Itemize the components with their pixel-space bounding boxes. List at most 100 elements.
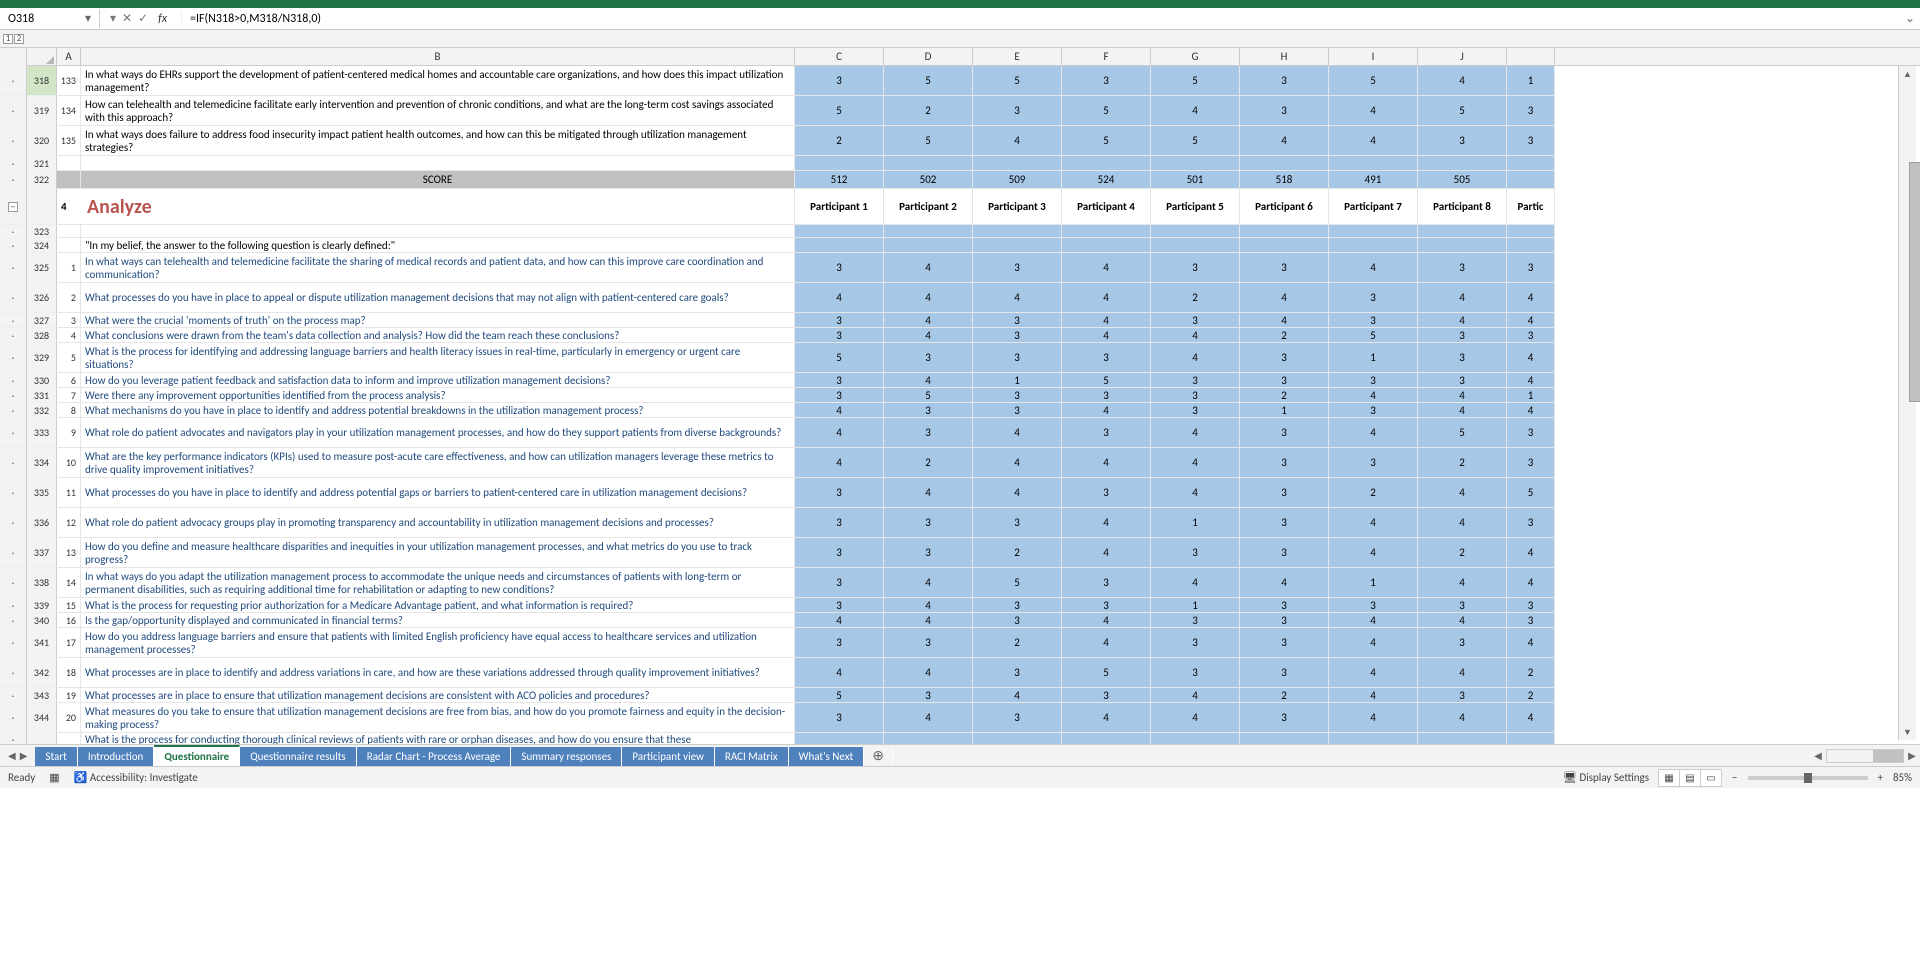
data-cell[interactable]: 3	[884, 688, 973, 703]
data-cell[interactable]: 1	[1329, 343, 1418, 373]
serial-cell[interactable]: 1	[57, 253, 81, 283]
data-cell[interactable]: 3	[1240, 508, 1329, 538]
data-cell[interactable]: 3	[884, 508, 973, 538]
data-cell[interactable]: 5	[1151, 66, 1240, 96]
data-cell[interactable]: 4	[1240, 283, 1329, 313]
empty-cell[interactable]	[884, 238, 973, 253]
serial-cell[interactable]: 2	[57, 283, 81, 313]
empty-cell[interactable]	[973, 733, 1062, 744]
data-cell[interactable]: 3	[973, 388, 1062, 403]
data-cell[interactable]: 4	[1062, 628, 1151, 658]
empty-cell[interactable]	[795, 733, 884, 744]
data-cell[interactable]: 3	[1329, 313, 1418, 328]
accessibility-status[interactable]: ♿ Accessibility: Investigate	[74, 771, 198, 784]
data-cell[interactable]: 5	[1062, 96, 1151, 126]
data-cell[interactable]: 1	[1151, 508, 1240, 538]
question-cell[interactable]: In what ways do you adapt the utilizatio…	[81, 568, 795, 598]
hscroll-right-icon[interactable]: ▶	[1904, 749, 1920, 762]
data-cell[interactable]: 3	[1507, 328, 1555, 343]
data-cell[interactable]: 4	[884, 313, 973, 328]
row-header[interactable]	[27, 733, 57, 744]
name-box-dropdown-icon[interactable]: ▾	[85, 11, 91, 26]
empty-cell[interactable]	[1507, 238, 1555, 253]
tab-nav-prev-icon[interactable]: ◀	[8, 749, 16, 762]
data-cell[interactable]: 3	[1418, 628, 1507, 658]
formula-input[interactable]: =IF(N318>0,M318/N318,0)	[182, 10, 1900, 28]
empty-cell[interactable]	[1062, 733, 1151, 744]
data-cell[interactable]: 4	[884, 658, 973, 688]
data-cell[interactable]: 4	[1062, 703, 1151, 733]
data-cell[interactable]: 3	[884, 628, 973, 658]
data-cell[interactable]: 4	[1507, 313, 1555, 328]
data-cell[interactable]: 3	[1240, 703, 1329, 733]
data-cell[interactable]: 3	[1418, 598, 1507, 613]
row-header[interactable]: 324	[27, 238, 57, 253]
data-cell[interactable]: 2	[795, 126, 884, 156]
data-cell[interactable]: 4	[973, 448, 1062, 478]
row-header[interactable]: 332	[27, 403, 57, 418]
data-cell[interactable]: 3	[1240, 538, 1329, 568]
question-cell[interactable]: What processes do you have in place to a…	[81, 283, 795, 313]
column-header-j[interactable]: J	[1418, 48, 1507, 65]
data-cell[interactable]: 4	[884, 598, 973, 613]
empty-cell[interactable]	[57, 156, 81, 171]
row-header[interactable]: 344	[27, 703, 57, 733]
participant-header[interactable]: Participant 5	[1151, 189, 1240, 225]
serial-cell[interactable]	[57, 733, 81, 744]
data-cell[interactable]: 2	[1240, 328, 1329, 343]
data-cell[interactable]: 3	[1507, 126, 1555, 156]
expand-formula-icon[interactable]: ⌄	[1900, 11, 1920, 26]
serial-cell[interactable]: 18	[57, 658, 81, 688]
data-cell[interactable]: 2	[1507, 688, 1555, 703]
data-cell[interactable]: 3	[884, 538, 973, 568]
row-header[interactable]: 333	[27, 418, 57, 448]
data-cell[interactable]: 4	[973, 283, 1062, 313]
data-cell[interactable]: 3	[1151, 538, 1240, 568]
column-header-f[interactable]: F	[1062, 48, 1151, 65]
data-cell[interactable]: 3	[1062, 568, 1151, 598]
data-cell[interactable]: 4	[1329, 658, 1418, 688]
data-cell[interactable]: 5	[795, 96, 884, 126]
empty-cell[interactable]	[1418, 733, 1507, 744]
scroll-thumb[interactable]	[1909, 162, 1920, 402]
data-cell[interactable]: 3	[1418, 373, 1507, 388]
data-cell[interactable]: 4	[1062, 313, 1151, 328]
row-header[interactable]: 319	[27, 96, 57, 126]
question-cell[interactable]: What is the process for identifying and …	[81, 343, 795, 373]
data-cell[interactable]: 4	[884, 568, 973, 598]
empty-cell[interactable]	[81, 156, 795, 171]
empty-cell[interactable]	[1329, 238, 1418, 253]
data-cell[interactable]: 4	[1151, 688, 1240, 703]
row-header[interactable]: 321	[27, 156, 57, 171]
empty-cell[interactable]	[795, 156, 884, 171]
data-cell[interactable]: 4	[973, 418, 1062, 448]
column-header-h[interactable]: H	[1240, 48, 1329, 65]
sheet-tab[interactable]: Summary responses	[511, 747, 622, 766]
serial-cell[interactable]: 10	[57, 448, 81, 478]
data-cell[interactable]: 3	[1418, 328, 1507, 343]
data-cell[interactable]: 3	[1151, 403, 1240, 418]
data-cell[interactable]: 4	[1329, 96, 1418, 126]
data-cell[interactable]: 4	[1240, 313, 1329, 328]
empty-cell[interactable]	[1240, 733, 1329, 744]
empty-cell[interactable]	[1240, 225, 1329, 238]
vertical-scrollbar[interactable]: ▲ ▼	[1898, 66, 1916, 740]
empty-cell[interactable]	[1240, 156, 1329, 171]
empty-cell[interactable]	[1062, 156, 1151, 171]
tab-nav-next-icon[interactable]: ▶	[20, 749, 28, 762]
data-cell[interactable]: 5	[1062, 373, 1151, 388]
data-cell[interactable]: 4	[1062, 448, 1151, 478]
data-cell[interactable]: 4	[1062, 538, 1151, 568]
display-settings-button[interactable]: 🖥 Display Settings	[1563, 771, 1649, 784]
empty-cell[interactable]	[1329, 156, 1418, 171]
horizontal-scrollbar[interactable]: ◀ ▶	[1810, 749, 1920, 763]
data-cell[interactable]: 5	[1329, 328, 1418, 343]
hscroll-thumb[interactable]	[1873, 750, 1903, 762]
data-cell[interactable]: 5	[1507, 478, 1555, 508]
data-cell[interactable]: 5	[973, 568, 1062, 598]
data-cell[interactable]: 3	[973, 313, 1062, 328]
row-header[interactable]: 320	[27, 126, 57, 156]
empty-cell[interactable]	[1062, 238, 1151, 253]
empty-cell[interactable]	[1507, 156, 1555, 171]
serial-cell[interactable]: 15	[57, 598, 81, 613]
